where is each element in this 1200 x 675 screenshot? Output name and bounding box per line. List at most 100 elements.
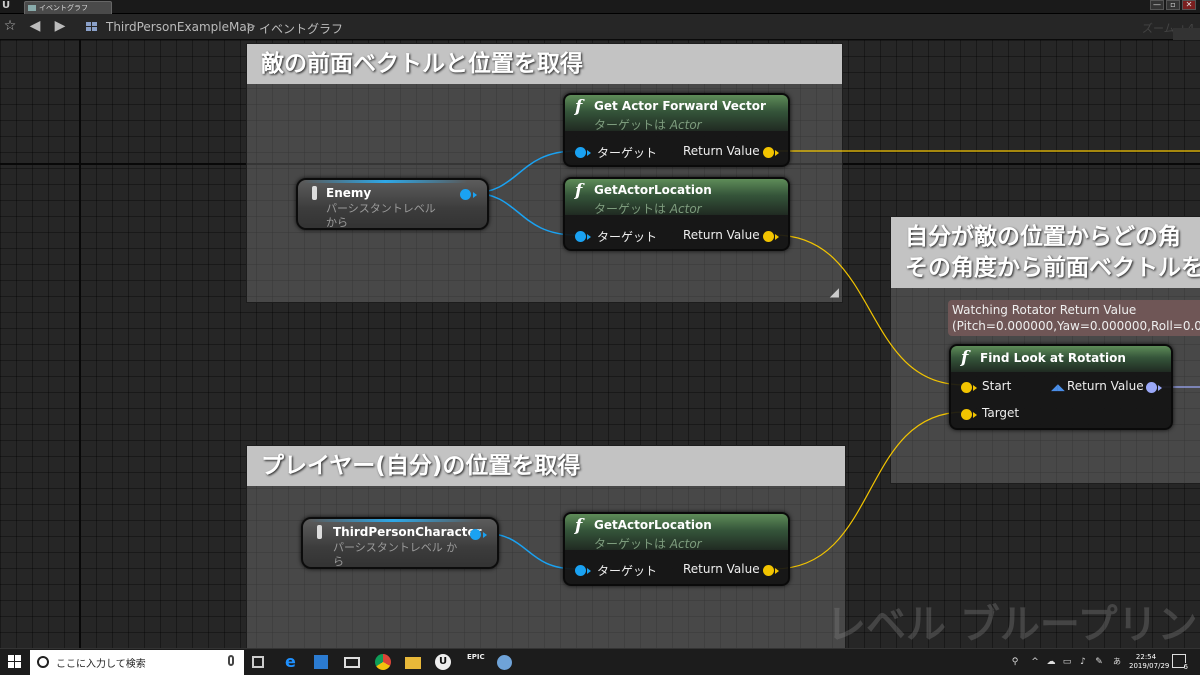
search-placeholder: ここに入力して検索 [56,659,146,670]
wire-player-location-to-target [773,411,965,570]
clock-date: 2019/07/29 [1129,662,1170,670]
target-input-pin[interactable] [575,147,586,158]
variable-name: Enemy [326,186,372,200]
variable-highlight [309,519,477,522]
forward-arrow-icon[interactable]: ▶ [52,18,68,34]
return-value-output-pin[interactable] [763,565,774,576]
function-icon: f [575,181,583,201]
store-icon[interactable] [314,655,328,669]
return-value-output-pin[interactable] [763,147,774,158]
function-node-get-actor-forward-vector[interactable]: f Get Actor Forward Vector ターゲットは Actor … [563,93,790,167]
breadcrumb-graph[interactable]: イベントグラフ [259,20,343,37]
variable-subtitle: パーシスタントレベル から [326,202,436,229]
variable-output-pin[interactable] [460,189,471,200]
node-target-label: ターゲットは Actor [594,202,702,216]
windows-taskbar: ここに入力して検索 e U EPIC ⚲ ^ ☁ ▭ ♪ ✎ あ 22:54 2… [0,648,1200,675]
pin-arrow-icon [775,568,779,574]
tab-event-graph[interactable]: イベントグラフ [24,1,112,14]
node-header: f Find Look at Rotation [951,346,1171,372]
pin-label-target: ターゲット [597,230,658,244]
minimize-button[interactable]: — [1150,0,1164,10]
pin-arrow-icon [587,234,591,240]
back-arrow-icon[interactable]: ◀ [27,18,43,34]
graph-tab-icon [28,5,36,11]
volume-icon[interactable]: ♪ [1078,657,1088,667]
actor-variable-icon [312,186,317,200]
blueprint-graph-canvas[interactable]: 敵の前面ベクトルと位置を取得 ◢ 自分が敵の位置からどの角 その角度から前面ベク… [0,40,1200,648]
pin-arrow-icon [473,192,477,198]
taskbar-clock[interactable]: 22:54 2019/07/29 [1129,653,1170,671]
epic-games-icon[interactable]: EPIC [467,653,485,671]
rotator-output-pin[interactable] [1146,382,1157,393]
cloud-icon[interactable]: ☁ [1046,657,1056,667]
pin-label-return-value: Return Value [683,144,760,158]
node-target-label: ターゲットは Actor [594,537,702,551]
function-icon: f [575,516,583,536]
pin-label-target: Target [982,406,1020,420]
pin-arrow-icon [973,412,977,418]
node-header: f Get Actor Forward Vector ターゲットは Actor [565,95,788,132]
edge-browser-icon[interactable]: e [285,653,303,671]
notification-count: 6 [1183,663,1188,671]
blueprint-graph-icon [86,22,98,32]
node-header: f GetActorLocation ターゲットは Actor [565,514,788,551]
paint-app-icon[interactable] [497,655,512,670]
pin-arrow-icon [483,532,487,538]
node-title: GetActorLocation [594,183,712,197]
microphone-icon[interactable] [228,655,234,666]
target-input-pin[interactable] [575,565,586,576]
variable-name: ThirdPersonCharacter [333,525,482,539]
pin-arrow-icon [587,568,591,574]
taskbar-search-box[interactable]: ここに入力して検索 [30,650,244,675]
breadcrumb-map[interactable]: ThirdPersonExampleMap [106,20,254,34]
pin-label-target: ターゲット [597,146,658,160]
pen-icon[interactable]: ✎ [1094,657,1104,667]
maximize-button[interactable]: ▫ [1166,0,1180,10]
windows-start-icon[interactable] [8,655,22,669]
function-node-get-actor-location-enemy[interactable]: f GetActorLocation ターゲットは Actor ターゲット Re… [563,177,790,251]
node-title: Get Actor Forward Vector [594,99,766,113]
ime-mode-icon[interactable]: あ [1112,657,1122,667]
pin-label-return-value: Return Value [1067,379,1144,393]
start-input-pin[interactable] [961,382,972,393]
variable-output-pin[interactable] [470,529,481,540]
return-value-output-pin[interactable] [763,231,774,242]
breadcrumb-separator: > [246,19,257,33]
target-input-pin[interactable] [961,409,972,420]
node-title: Find Look at Rotation [980,351,1126,365]
function-node-find-look-at-rotation[interactable]: f Find Look at Rotation Start Target ◢◣ … [949,344,1173,430]
clock-time: 22:54 [1135,653,1157,661]
graph-watermark: レベル ブループリント [826,602,1200,648]
function-icon: f [575,97,583,117]
node-title: GetActorLocation [594,518,712,532]
pin-label-start: Start [982,379,1012,393]
target-input-pin[interactable] [575,231,586,242]
favorite-star-icon[interactable]: ☆ [2,18,18,34]
watch-eye-icon: ◢◣ [1051,383,1065,393]
close-button[interactable]: ✕ [1182,0,1196,10]
mail-icon[interactable] [344,657,360,668]
window-title-bar: U イベントグラフ — ▫ ✕ [0,0,1200,14]
network-icon[interactable]: ▭ [1062,657,1072,667]
notification-center-icon[interactable]: 6 [1172,654,1188,671]
chrome-icon[interactable] [375,654,391,670]
tab-label: イベントグラフ [39,4,88,12]
chevron-up-icon[interactable]: ^ [1030,657,1040,667]
variable-node-enemy[interactable]: Enemy パーシスタントレベル から [296,178,489,230]
wire-location-to-start [773,234,965,386]
task-view-icon[interactable] [252,656,264,668]
pin-arrow-icon [1158,385,1162,391]
pin-arrow-icon [973,385,977,391]
file-explorer-icon[interactable] [405,657,421,669]
people-icon[interactable]: ⚲ [1010,657,1020,667]
window-controls: — ▫ ✕ [1150,0,1196,10]
watch-label: Watching Rotator Return Value [952,303,1137,317]
node-header: f GetActorLocation ターゲットは Actor [565,179,788,216]
watch-value: (Pitch=0.000000,Yaw=0.000000,Roll=0.0000… [952,319,1200,333]
function-icon: f [961,348,969,368]
unreal-engine-icon[interactable]: U [435,654,451,670]
variable-node-third-person-character[interactable]: ThirdPersonCharacter パーシスタントレベル から [301,517,499,569]
function-node-get-actor-location-player[interactable]: f GetActorLocation ターゲットは Actor ターゲット Re… [563,512,790,586]
cortana-circle-icon [37,656,49,668]
graph-toolbar: ☆ ◀ ▶ ThirdPersonExampleMap > イベントグラフ ズー… [0,14,1200,54]
